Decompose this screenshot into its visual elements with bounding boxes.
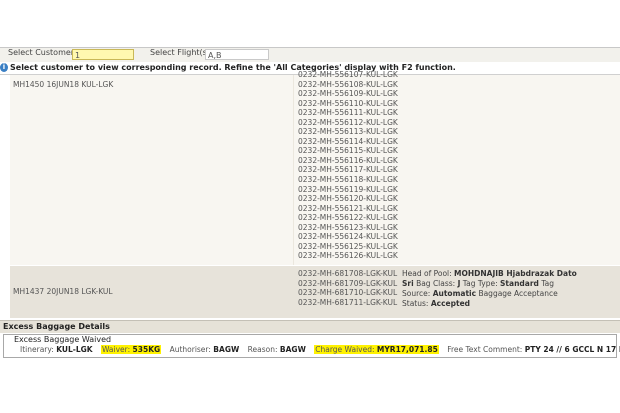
bag-tag-list: 0232-MH-681708-LGK-KUL 0232-MH-681709-LG… (298, 269, 397, 307)
status-label: Status: (402, 299, 429, 308)
comment-value: PTY 24 // 6 GCCL N 17 EYCL (524, 345, 620, 354)
bag-tag: 0232-MH-556110-KUL-LGK (298, 98, 398, 108)
waiver-label: Waiver: (102, 345, 131, 354)
bag-tag: 0232-MH-556114-KUL-LGK (298, 136, 398, 146)
waiver-panel-title: Excess Baggage Waived (14, 335, 112, 344)
source-suffix: Baggage Acceptance (478, 289, 558, 298)
bag-tag: 0232-MH-556109-KUL-LGK (298, 89, 398, 99)
bag-class-value: J (457, 279, 461, 288)
bag-tag: 0232-MH-556121-KUL-LGK (298, 203, 398, 213)
charge-highlight: Charge Waived: MYR17,071.85 (314, 345, 439, 354)
bag-tag: 0232-MH-556120-KUL-LGK (298, 194, 398, 204)
reason-value: BAGW (279, 345, 306, 354)
status-line: Status: Accepted (402, 299, 470, 308)
bag-tag: 0232-MH-556126-KUL-LGK (298, 251, 398, 261)
waiver-highlight: Waiver: 535KG (101, 345, 162, 354)
bag-tag: 0232-MH-556118-KUL-LGK (298, 175, 398, 185)
tag-type-value: Standard (500, 279, 539, 288)
bag-tag: 0232-MH-556117-KUL-LGK (298, 165, 398, 175)
bag-tag: 0232-MH-556116-KUL-LGK (298, 155, 398, 165)
bag-tag: 0232-MH-681708-LGK-KUL (298, 269, 398, 278)
column-divider (293, 75, 294, 265)
bag-tag: 0232-MH-556119-KUL-LGK (298, 184, 398, 194)
section-title: Excess Baggage Details (3, 322, 110, 331)
bag-tag: 0232-MH-681710-LGK-KUL (298, 288, 398, 298)
bag-class-label: Bag Class: (416, 279, 456, 288)
bag-tag: 0232-MH-681711-LGK-KUL (298, 297, 398, 307)
bag-tag-list: 0232-MH-556107-KUL-LGK 0232-MH-556108-KU… (298, 70, 398, 265)
authoriser-value: BAGW (213, 345, 240, 354)
head-of-pool: Head of Pool: MOHDNAJIB Hjabdrazak Dato (402, 269, 577, 278)
head-of-pool-value-suffix: Sri (402, 279, 414, 288)
itinerary-label: Itinerary: (20, 345, 54, 354)
bag-class-line: Sri Bag Class: J Tag Type: Standard Tag (402, 279, 554, 288)
tag-type-label: Tag Type: (462, 279, 498, 288)
flight-label: Select Flight(s): (150, 48, 213, 57)
charge-waived-label: Charge Waived: (315, 345, 375, 354)
bag-tag: 0232-MH-556108-KUL-LGK (298, 79, 398, 89)
left-gutter (0, 75, 10, 318)
blank-top-area (0, 0, 620, 47)
bag-tag: 0232-MH-681709-LGK-KUL (298, 278, 398, 288)
flight-cell: MH1437 20JUN18 LGK-KUL (13, 287, 113, 296)
bag-tag: 0232-MH-556124-KUL-LGK (298, 232, 398, 242)
waiver-value: 535KG (132, 345, 161, 354)
bag-tag: 0232-MH-556122-KUL-LGK (298, 213, 398, 223)
customer-input[interactable]: 1 (72, 49, 134, 60)
bag-tag: 0232-MH-556125-KUL-LGK (298, 241, 398, 251)
bag-tag: 0232-MH-556123-KUL-LGK (298, 222, 398, 232)
authoriser-label: Authoriser: (169, 345, 211, 354)
itinerary-value: KUL-LGK (56, 345, 93, 354)
bag-tag: 0232-MH-556115-KUL-LGK (298, 146, 398, 156)
source-label: Source: (402, 289, 431, 298)
info-icon: i (0, 63, 8, 72)
flight-cell: MH1450 16JUN18 KUL-LGK (13, 80, 114, 89)
waiver-detail-line: Itinerary: KUL-LGK Waiver: 535KG Authori… (20, 345, 620, 355)
source-value: Automatic (432, 289, 477, 298)
customer-label: Select Customer: (8, 48, 77, 57)
reason-label: Reason: (247, 345, 278, 354)
bag-tag: 0232-MH-556107-KUL-LGK (298, 70, 398, 79)
bag-tag: 0232-MH-556113-KUL-LGK (298, 127, 398, 137)
status-value: Accepted (430, 299, 471, 308)
tag-type-suffix: Tag (541, 279, 555, 288)
comment-label: Free Text Comment: (447, 345, 523, 354)
bag-tag: 0232-MH-556112-KUL-LGK (298, 117, 398, 127)
bag-tag: 0232-MH-556111-KUL-LGK (298, 108, 398, 118)
head-of-pool-value: MOHDNAJIB Hjabdrazak Dato (454, 269, 577, 278)
source-line: Source: Automatic Baggage Acceptance (402, 289, 558, 298)
flight-input[interactable]: A,B (205, 49, 269, 60)
head-of-pool-label: Head of Pool: (402, 269, 452, 278)
charge-waived-value: MYR17,071.85 (376, 345, 438, 354)
